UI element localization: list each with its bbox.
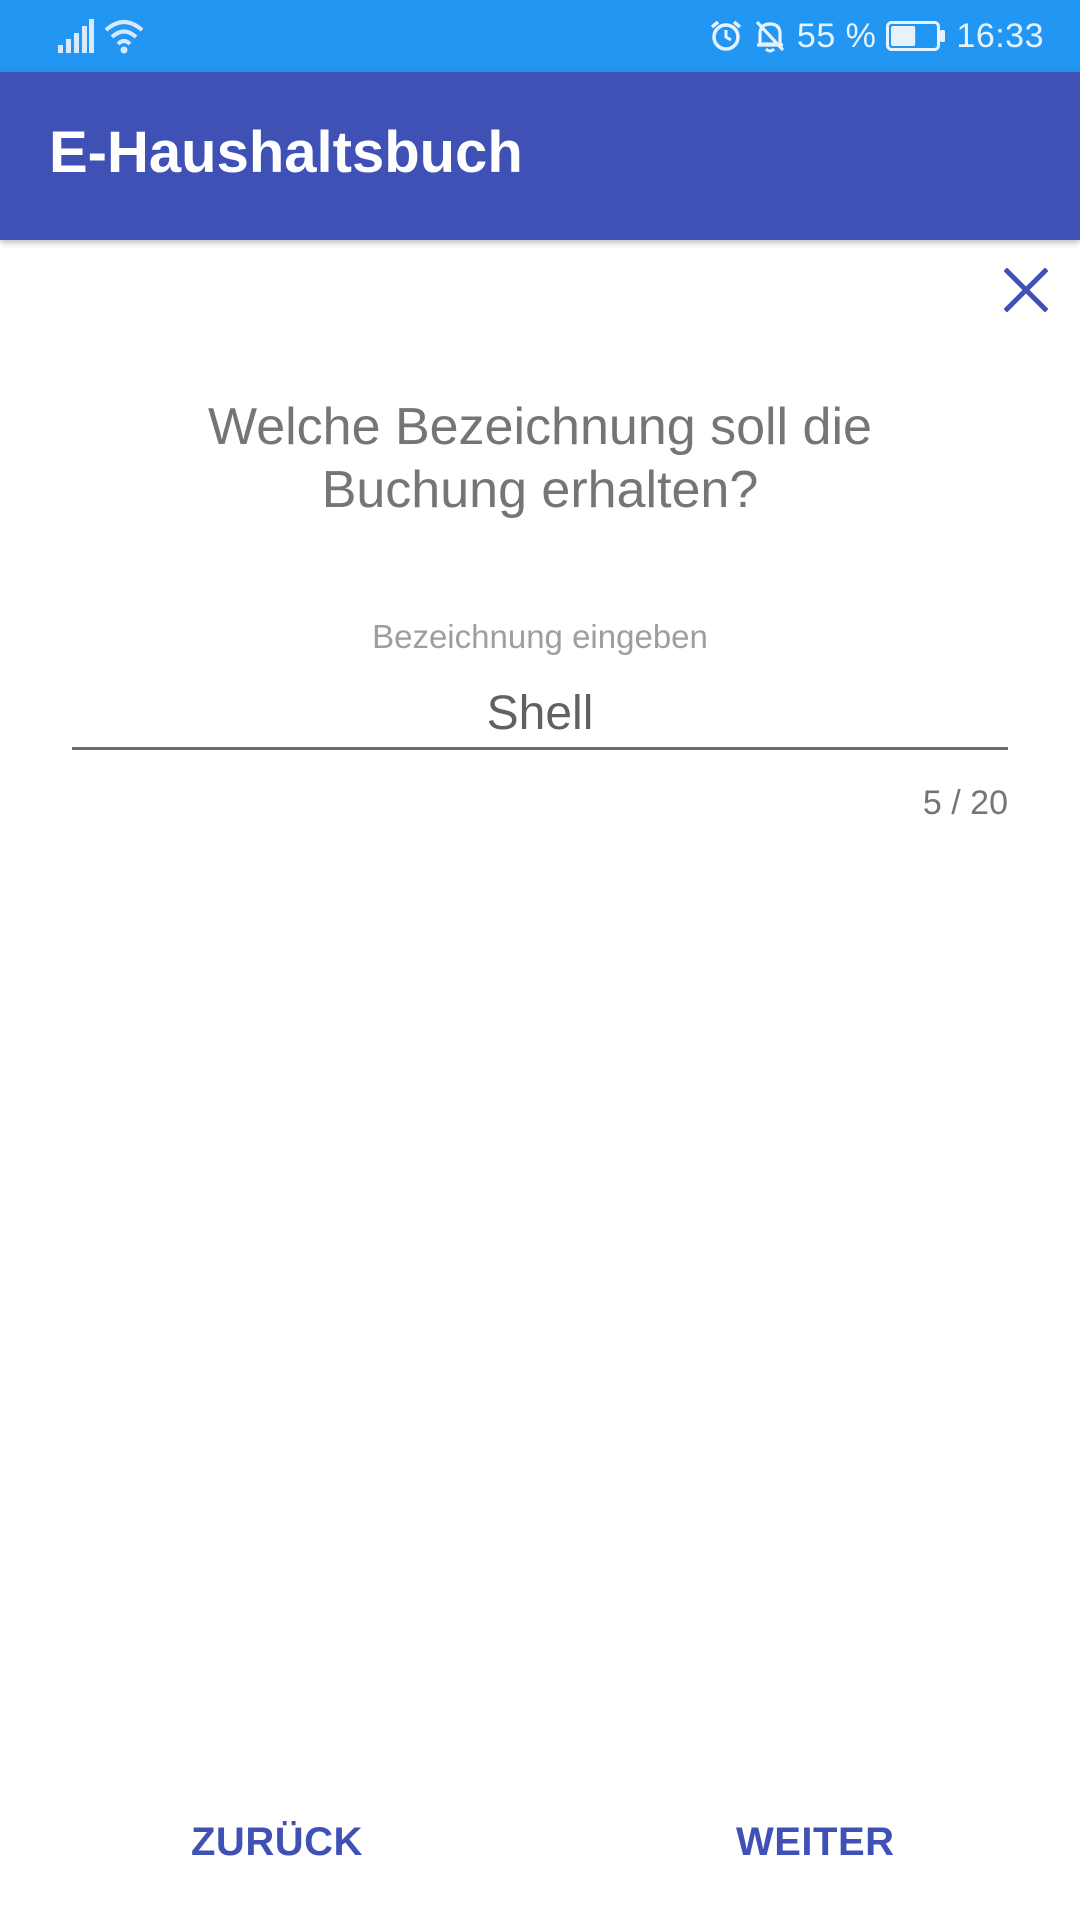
app-bar: E-Haushaltsbuch bbox=[0, 72, 1080, 240]
clock: 16:33 bbox=[956, 16, 1044, 55]
app-title: E-Haushaltsbuch bbox=[49, 120, 523, 185]
input-label: Bezeichnung eingeben bbox=[372, 618, 708, 655]
notifications-off-icon bbox=[753, 18, 787, 54]
question-heading: Welche Bezeichnung soll die Buchung erha… bbox=[208, 398, 872, 519]
next-button[interactable]: WEITER bbox=[736, 1820, 895, 1865]
close-icon bbox=[1004, 268, 1048, 312]
character-counter: 5 / 20 bbox=[922, 784, 1008, 822]
status-left bbox=[58, 18, 144, 54]
signal-icon bbox=[58, 19, 94, 53]
alarm-icon bbox=[709, 19, 743, 53]
status-bar: 55 % 16:33 bbox=[0, 0, 1080, 72]
wifi-icon bbox=[104, 18, 144, 54]
designation-input[interactable] bbox=[72, 680, 1008, 750]
battery-percent: 55 % bbox=[796, 16, 877, 55]
back-button[interactable]: ZURÜCK bbox=[191, 1820, 363, 1865]
close-button[interactable] bbox=[998, 262, 1054, 318]
status-right: 55 % 16:33 bbox=[709, 14, 1044, 58]
battery-icon bbox=[886, 21, 946, 51]
